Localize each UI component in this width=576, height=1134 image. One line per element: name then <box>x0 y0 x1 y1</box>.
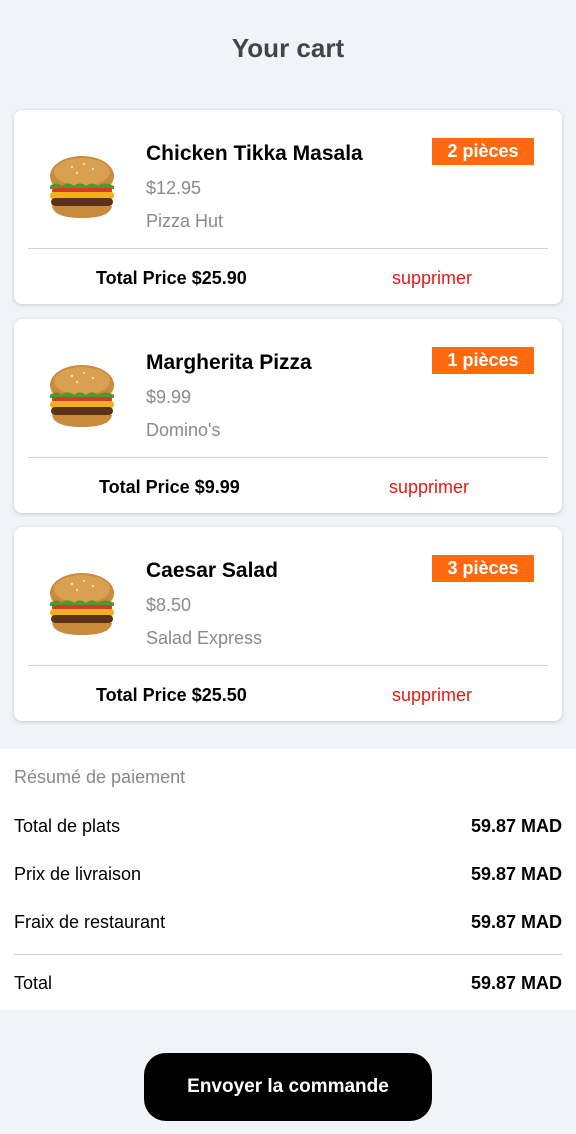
item-name: Margherita Pizza <box>146 351 312 374</box>
burger-icon <box>50 156 114 218</box>
item-total-price: Total Price $9.99 <box>99 477 240 497</box>
summary-row-label: Total de plats <box>14 816 121 836</box>
summary-row-value: 59.87 MAD <box>470 816 562 836</box>
item-price: $9.99 <box>146 387 192 407</box>
payment-summary: Résumé de paiement Total de plats 59.87 … <box>0 749 576 1010</box>
summary-total-row: Total 59.87 MAD <box>14 973 562 997</box>
item-total-price: Total Price $25.90 <box>96 268 247 288</box>
card-divider <box>28 457 548 458</box>
summary-row-value: 59.87 MAD <box>470 912 562 932</box>
summary-title: Résumé de paiement <box>14 767 186 787</box>
summary-total-value: 59.87 MAD <box>470 973 562 993</box>
summary-total-label: Total <box>14 973 53 993</box>
summary-row-value: 59.87 MAD <box>470 864 562 884</box>
item-name: Chicken Tikka Masala <box>146 142 363 165</box>
summary-row-label: Prix de livraison <box>14 864 142 884</box>
burger-icon <box>50 365 114 427</box>
delete-item-button[interactable]: supprimer <box>392 685 472 706</box>
summary-row-label: Fraix de restaurant <box>14 912 166 932</box>
quantity-badge: 2 pièces <box>432 138 534 165</box>
summary-row: Prix de livraison 59.87 MAD <box>14 864 562 888</box>
item-price: $8.50 <box>146 595 192 615</box>
page-title: Your cart <box>231 33 345 63</box>
item-total-price: Total Price $25.50 <box>96 685 247 705</box>
cart-item-card: Caesar Salad $8.50 Salad Express 3 pièce… <box>14 527 562 721</box>
delete-item-button[interactable]: supprimer <box>392 268 472 289</box>
quantity-badge: 1 pièces <box>432 347 534 374</box>
item-restaurant: Domino's <box>146 420 221 440</box>
item-price: $12.95 <box>146 178 202 198</box>
burger-icon <box>50 573 114 635</box>
summary-row: Fraix de restaurant 59.87 MAD <box>14 912 562 936</box>
item-restaurant: Salad Express <box>146 628 263 648</box>
item-name: Caesar Salad <box>146 559 278 582</box>
summary-row: Total de plats 59.87 MAD <box>14 816 562 840</box>
summary-divider <box>14 954 562 955</box>
card-divider <box>28 665 548 666</box>
delete-item-button[interactable]: supprimer <box>389 477 469 498</box>
quantity-badge: 3 pièces <box>432 555 534 582</box>
cart-item-card: Margherita Pizza $9.99 Domino's 1 pièces… <box>14 319 562 513</box>
submit-order-button[interactable]: Envoyer la commande <box>144 1053 432 1121</box>
card-divider <box>28 248 548 249</box>
item-restaurant: Pizza Hut <box>146 211 224 231</box>
cart-item-card: Chicken Tikka Masala $12.95 Pizza Hut 2 … <box>14 110 562 304</box>
